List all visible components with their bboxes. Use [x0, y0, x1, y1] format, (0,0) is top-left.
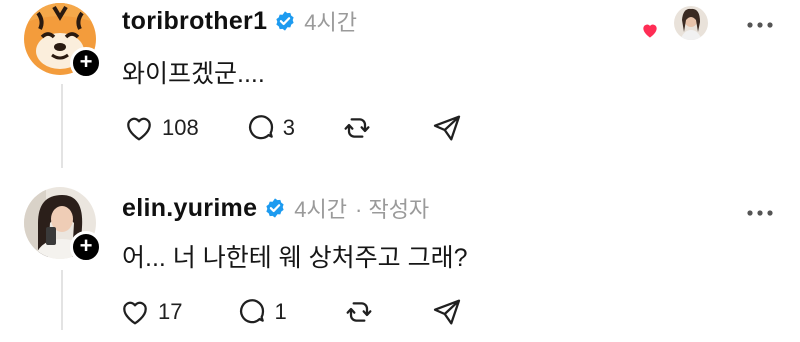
avatar-container: + — [24, 3, 102, 79]
more-options-icon[interactable] — [746, 208, 774, 218]
liked-by-indicator[interactable] — [640, 4, 710, 42]
like-count: 108 — [162, 115, 199, 140]
heart-filled-icon — [643, 24, 657, 38]
username[interactable]: elin.yurime — [122, 194, 257, 223]
avatar-container: + — [24, 187, 102, 263]
heart-icon — [127, 117, 151, 141]
like-count: 17 — [158, 299, 183, 324]
like-button[interactable]: 17 — [118, 296, 182, 328]
timestamp: 4시간 — [294, 197, 348, 222]
post-text: 와이프겠군.... — [122, 60, 265, 88]
like-button[interactable]: 108 — [122, 112, 199, 144]
send-icon — [433, 115, 461, 141]
comment-icon — [248, 115, 273, 140]
share-button[interactable] — [431, 112, 463, 144]
repost-button[interactable] — [343, 296, 375, 328]
verified-badge-icon — [276, 11, 294, 31]
heart-icon — [123, 301, 147, 325]
repost-icon — [346, 302, 372, 322]
post-header: elin.yurime 4시간 · 작성자 — [122, 193, 429, 223]
liker-avatar — [672, 4, 710, 42]
reply-count: 1 — [274, 299, 287, 324]
post-text: 어... 너 나한테 웨 상처주고 그래? — [122, 244, 468, 272]
timestamp: 4시간 — [304, 10, 357, 35]
share-button[interactable] — [431, 296, 463, 328]
follow-plus-button[interactable]: + — [70, 47, 102, 79]
action-bar: 108 3 — [122, 112, 463, 144]
post-header: toribrother1 4시간 — [122, 6, 357, 36]
thread-line — [61, 84, 63, 168]
comment-icon — [240, 299, 265, 324]
reply-count: 3 — [282, 115, 295, 140]
action-bar: 17 1 — [118, 296, 463, 328]
reply-button[interactable]: 1 — [236, 296, 287, 328]
thread-line — [61, 270, 63, 330]
verified-badge-icon — [266, 198, 284, 218]
thread-post: + toribrother1 4시간 와이프겠군.... 108 3 — [0, 0, 800, 170]
thread-post: + elin.yurime 4시간 · 작성자 어... 너 나한테 웨 상처주… — [0, 180, 800, 342]
repost-icon — [344, 118, 370, 138]
repost-button[interactable] — [341, 112, 373, 144]
username[interactable]: toribrother1 — [122, 7, 267, 36]
more-options-icon[interactable] — [746, 20, 774, 30]
send-icon — [433, 299, 460, 325]
reply-button[interactable]: 3 — [245, 112, 295, 144]
follow-plus-button[interactable]: + — [70, 231, 102, 263]
author-tag: · 작성자 — [355, 197, 430, 222]
